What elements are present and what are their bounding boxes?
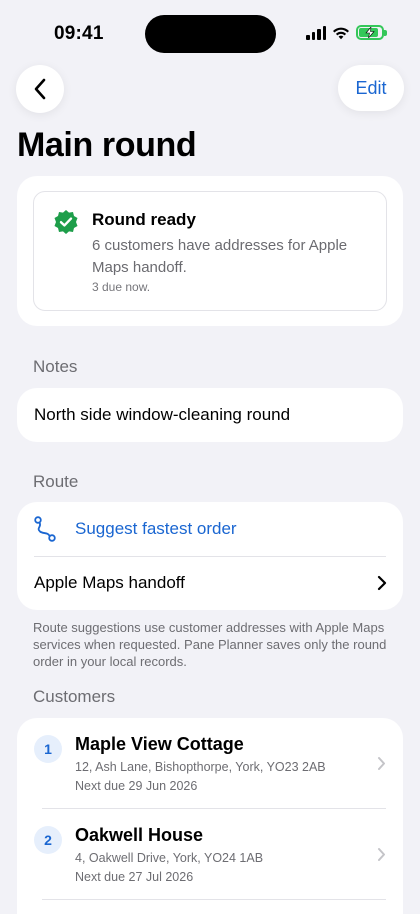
customer-address: 12, Ash Lane, Bishopthorpe, York, YO23 2…	[75, 760, 326, 774]
round-status-card: Round ready 6 customers have addresses f…	[17, 176, 403, 326]
notes-header: Notes	[33, 357, 78, 376]
chevron-left-icon	[34, 78, 46, 100]
customer-address: 4, Oakwell Drive, York, YO24 1AB	[75, 851, 264, 865]
round-status-title: Round ready	[92, 210, 196, 229]
customer-name: Oakwell House	[75, 825, 204, 845]
route-card: Suggest fastest order Apple Maps handoff	[17, 502, 403, 610]
route-footnote: Route suggestions use customer addresses…	[33, 620, 387, 669]
customer-name: Maple View Cottage	[75, 734, 244, 754]
divider	[42, 899, 386, 900]
cellular-signal-icon	[306, 25, 326, 40]
status-time: 09:41	[54, 23, 104, 44]
apple-maps-handoff-label: Apple Maps handoff	[34, 573, 185, 592]
status-bar: 09:41	[0, 0, 420, 64]
notes-text: North side window-cleaning round	[34, 405, 291, 424]
order-number-badge: 2	[34, 826, 62, 854]
dynamic-island	[145, 15, 276, 53]
customers-header: Customers	[33, 687, 116, 706]
battery-charging-icon	[356, 25, 387, 40]
route-header: Route	[33, 472, 79, 491]
status-icons	[306, 25, 387, 40]
notes-card[interactable]: North side window-cleaning round	[17, 388, 403, 442]
route-icon	[34, 516, 56, 542]
chevron-right-icon	[377, 575, 387, 591]
back-button[interactable]	[16, 65, 64, 113]
customer-row[interactable]: 2 Oakwell House 4, Oakwell Drive, York, …	[17, 809, 403, 899]
round-status-panel: Round ready 6 customers have addresses f…	[33, 191, 387, 311]
round-status-description: 6 customers have addresses for Apple Map…	[92, 237, 348, 276]
order-number-badge: 1	[34, 735, 62, 763]
wifi-icon	[333, 27, 349, 39]
chevron-right-icon	[378, 848, 385, 861]
page-title: Main round	[17, 126, 197, 164]
customer-next-due: Next due 27 Jul 2026	[75, 870, 194, 884]
round-status-due: 3 due now.	[92, 280, 151, 294]
chevron-right-icon	[378, 757, 385, 770]
check-seal-icon	[54, 210, 78, 234]
edit-button[interactable]: Edit	[338, 65, 404, 111]
suggest-fastest-order-label: Suggest fastest order	[75, 519, 237, 538]
customers-card: 1 Maple View Cottage 12, Ash Lane, Bisho…	[17, 718, 403, 914]
customer-row[interactable]: 1 Maple View Cottage 12, Ash Lane, Bisho…	[17, 718, 403, 808]
suggest-fastest-order-button[interactable]: Suggest fastest order	[17, 502, 403, 556]
customer-next-due: Next due 29 Jun 2026	[75, 779, 198, 793]
apple-maps-handoff-row[interactable]: Apple Maps handoff	[17, 556, 403, 610]
